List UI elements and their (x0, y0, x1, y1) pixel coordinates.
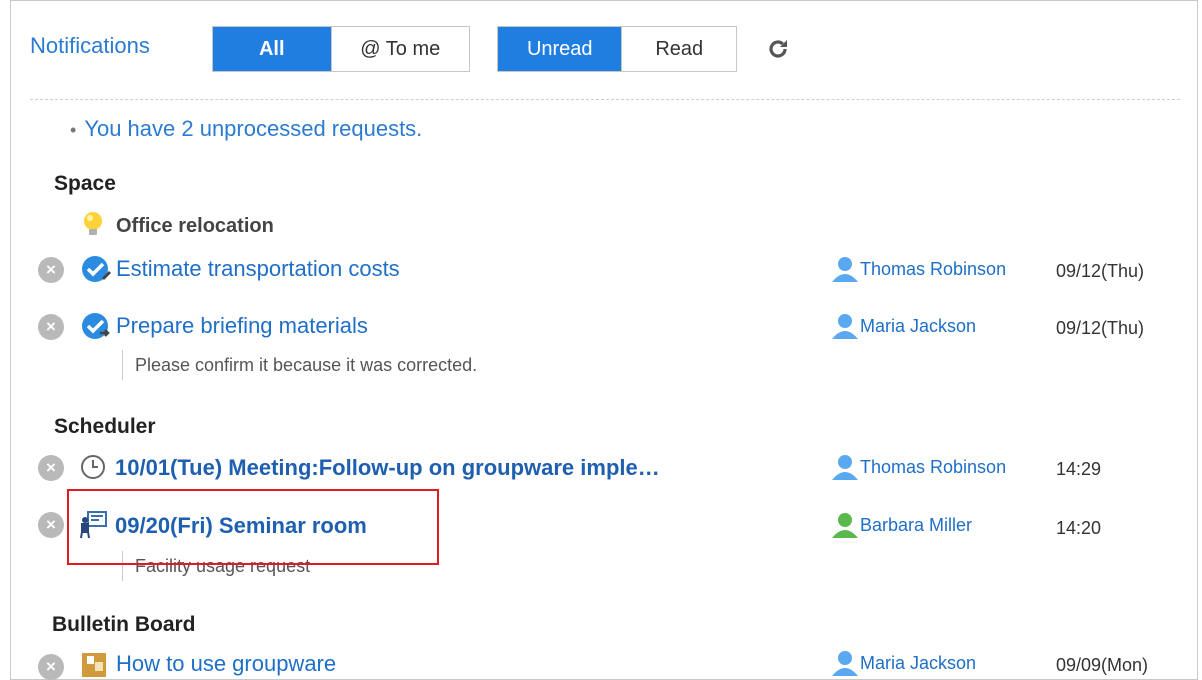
notification-date: 09/12(Thu) (1056, 318, 1145, 338)
section-title-space: Space (54, 172, 116, 195)
sender-link[interactable]: Thomas Robinson (830, 256, 1006, 282)
filter-all-button[interactable]: All (213, 27, 331, 71)
bullet: • (70, 120, 77, 140)
todo-forward-icon (80, 311, 112, 343)
notification-title-link[interactable]: Estimate transportation costs (116, 256, 400, 282)
dismiss-icon[interactable]: × (38, 314, 64, 340)
header-divider (30, 99, 1180, 100)
recipient-filter: All @ To me (212, 26, 470, 72)
refresh-icon[interactable] (766, 37, 790, 61)
clock-icon (80, 454, 106, 480)
lightbulb-icon (81, 211, 105, 239)
filter-unread-button[interactable]: Unread (498, 27, 622, 71)
notification-title-link[interactable]: 10/01(Tue) Meeting:Follow-up on groupwar… (115, 455, 660, 481)
notification-date: 09/09(Mon) (1056, 655, 1149, 675)
todo-check-icon (80, 254, 112, 286)
notification-title-link[interactable]: How to use groupware (116, 651, 336, 677)
unprocessed-requests-link[interactable]: • You have 2 unprocessed requests. (70, 116, 422, 142)
user-icon (830, 256, 860, 282)
sender-link[interactable]: Thomas Robinson (830, 454, 1006, 480)
highlight-box (67, 489, 439, 565)
notification-date: 14:20 (1056, 518, 1102, 538)
filter-to-me-button[interactable]: @ To me (330, 27, 469, 71)
user-icon (830, 454, 860, 480)
dismiss-icon[interactable]: × (38, 512, 64, 538)
page-title: Notifications (30, 33, 150, 58)
dismiss-icon[interactable]: × (38, 654, 64, 680)
sender-link[interactable]: Barbara Miller (830, 512, 972, 538)
space-name: Office relocation (116, 215, 274, 237)
dismiss-icon[interactable]: × (38, 455, 64, 481)
user-icon (830, 650, 860, 676)
notification-date: 09/12(Thu) (1056, 261, 1145, 281)
user-icon (830, 512, 860, 538)
section-title-bulletin-board: Bulletin Board (52, 613, 196, 636)
bulletin-board-icon (81, 652, 107, 678)
notification-comment: Please confirm it because it was correct… (122, 350, 477, 380)
notification-title-link[interactable]: Prepare briefing materials (116, 313, 368, 339)
dismiss-icon[interactable]: × (38, 257, 64, 283)
notification-date: 14:29 (1056, 459, 1102, 479)
sender-link[interactable]: Maria Jackson (830, 313, 976, 339)
user-icon (830, 313, 860, 339)
section-title-scheduler: Scheduler (54, 415, 156, 438)
sender-link[interactable]: Maria Jackson (830, 650, 976, 676)
read-status-filter: Unread Read (497, 26, 737, 72)
filter-read-button[interactable]: Read (621, 27, 736, 71)
